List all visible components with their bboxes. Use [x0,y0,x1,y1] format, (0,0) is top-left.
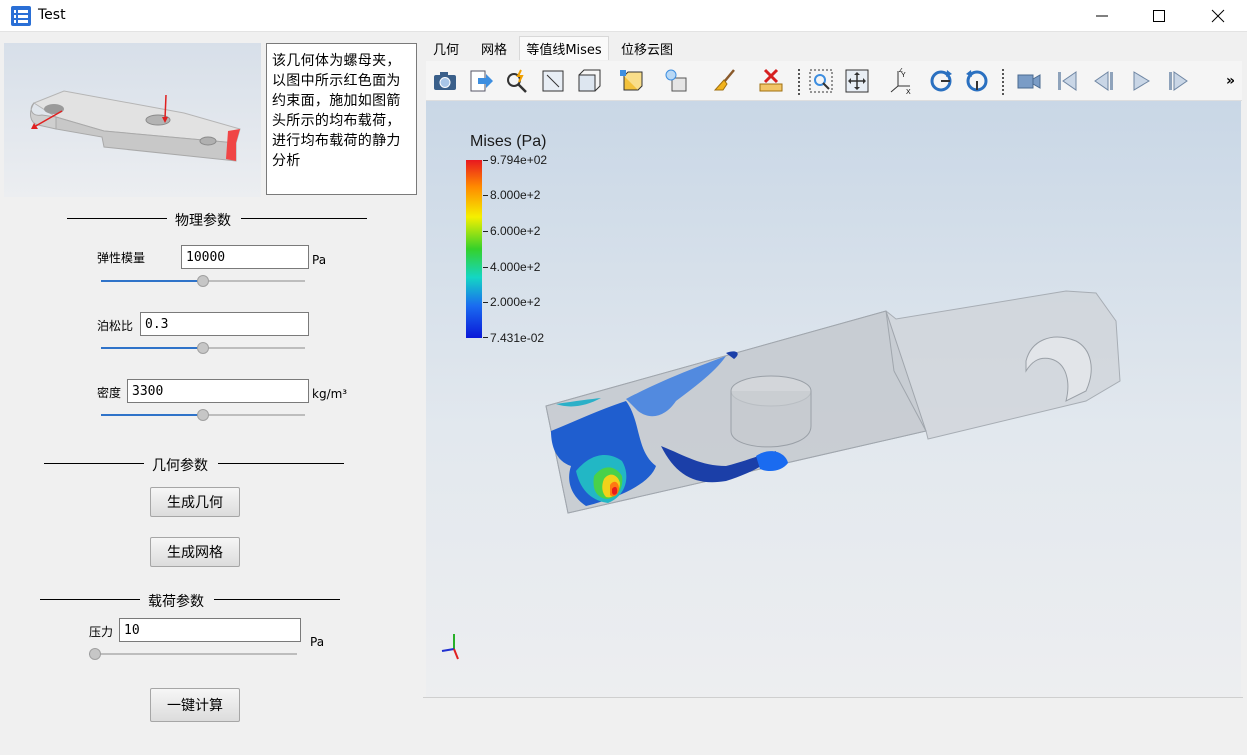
poisson-ratio-label: 泊松比 [97,319,134,333]
maximize-button[interactable] [1136,0,1182,31]
physics-section-header: 物理参数 [67,210,367,229]
close-button[interactable] [1195,0,1241,31]
viewport-bottom-border [423,697,1243,698]
analysis-description: 该几何体为螺母夹，以图中所示红色面为约束面，施加如图箭头所示的均布载荷，进行均布… [266,43,417,195]
elastic-modulus-input[interactable] [181,245,309,269]
view-tab-bar: 几何 网格 等值线Mises 位移云图 [423,36,1242,60]
slider-thumb[interactable] [197,409,209,421]
minimize-icon [1096,15,1108,16]
camera-button[interactable] [430,67,460,95]
svg-text:X: X [906,89,911,94]
elastic-modulus-slider[interactable] [101,275,305,287]
prev-frame-icon [1094,71,1113,91]
remove-measure-button[interactable] [756,67,786,95]
display-mode-button[interactable] [616,67,646,95]
video-icon [1017,74,1041,89]
generate-mesh-button[interactable]: 生成网格 [150,537,240,567]
generate-geometry-button[interactable]: 生成几何 [150,487,240,517]
app-logo-icon [11,6,31,26]
tab-mesh[interactable]: 网格 [471,36,517,60]
prev-frame-button[interactable] [1088,67,1118,95]
zoom-box-button[interactable] [806,67,836,95]
first-frame-button[interactable] [1052,67,1082,95]
elastic-modulus-unit: Pa [312,253,327,267]
pressure-label: 压力 [89,625,114,639]
tab-geometry[interactable]: 几何 [423,36,469,60]
tab-displacement[interactable]: 位移云图 [613,36,681,60]
clear-brush-icon [713,69,735,91]
rotate-ccw-icon [966,70,988,92]
view-toolbar: YXZ » [426,61,1242,101]
play-icon [1133,71,1150,91]
slider-thumb[interactable] [197,275,209,287]
svg-text:Z: Z [899,68,903,74]
pick-button[interactable] [502,67,532,95]
slider-thumb[interactable] [89,648,101,660]
next-frame-button[interactable] [1164,67,1194,95]
rotate-cw-button[interactable] [926,67,956,95]
pressure-input[interactable] [119,618,301,642]
elastic-modulus-label: 弹性模量 [97,251,146,265]
lighting-icon [665,69,687,92]
nut-clamp-preview-drawing [30,90,241,162]
geometry-preview-image [4,43,261,197]
display-mode-icon [620,70,643,91]
video-button[interactable] [1014,67,1044,95]
physics-section-title: 物理参数 [175,213,231,229]
tab-mises-contour-label: 等值线Mises [526,43,602,58]
rotate-ccw-button[interactable] [962,67,992,95]
box-view-icon [578,69,601,92]
zoom-box-icon [809,69,833,93]
pick-icon [507,69,527,93]
clear-button[interactable] [710,67,740,95]
geometry-section-header: 几何参数 [44,455,344,474]
density-slider[interactable] [101,409,305,421]
pan-button[interactable] [842,67,872,95]
minimize-button[interactable] [1079,0,1125,31]
compute-button[interactable]: 一键计算 [150,688,240,722]
orientation-axes-triad [441,634,459,660]
lighting-button[interactable] [662,67,692,95]
window-title: Test [38,7,66,23]
geometry-section-title: 几何参数 [152,458,208,474]
pressure-slider[interactable] [89,648,297,660]
fit-view-icon [542,70,564,92]
axes-icon: YXZ [890,68,911,94]
box-view-button[interactable] [574,67,604,95]
toolbar-separator [1002,69,1004,95]
poisson-ratio-input[interactable] [140,312,309,336]
poisson-ratio-slider[interactable] [101,342,305,354]
pressure-unit: Pa [310,635,325,649]
nut-clamp-mises-model [545,290,1121,514]
slider-thumb[interactable] [197,342,209,354]
export-button[interactable] [466,67,496,95]
play-button[interactable] [1126,67,1156,95]
pan-icon [845,69,869,93]
toolbar-separator [798,69,800,95]
toolbar-overflow-button[interactable]: » [1226,73,1235,89]
load-section-title: 载荷参数 [148,594,204,610]
density-unit: kg/m³ [312,387,348,401]
remove-measure-icon [759,68,783,92]
title-bar: Test [0,0,1247,32]
density-input[interactable] [127,379,309,403]
tab-mises-contour[interactable]: 等值线Mises [519,36,609,60]
export-icon [470,70,493,92]
3d-result-viewport[interactable]: Mises (Pa) 9.794e+02 8.000e+2 6.000e+2 4… [426,101,1241,697]
rotate-cw-icon [930,70,952,92]
close-icon [1211,9,1225,22]
first-frame-icon [1058,71,1077,91]
fit-view-button[interactable] [538,67,568,95]
camera-icon [434,72,456,90]
axes-button[interactable]: YXZ [886,67,916,95]
density-label: 密度 [97,386,122,400]
load-section-header: 载荷参数 [40,591,340,610]
maximize-icon [1153,9,1165,22]
next-frame-icon [1169,71,1188,91]
